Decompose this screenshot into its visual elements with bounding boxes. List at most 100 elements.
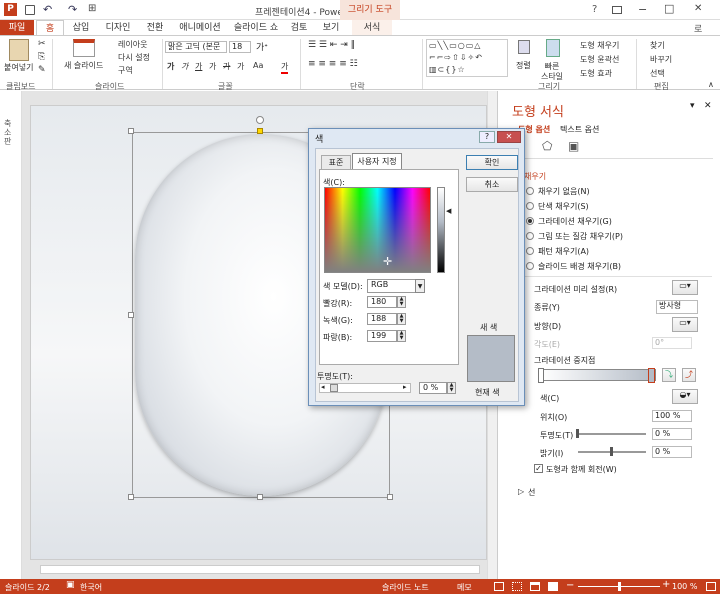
view-reading-icon[interactable] [530,582,540,591]
fill-solid-radio[interactable] [526,202,534,210]
adjust-handle-icon[interactable] [257,128,263,134]
pane-close-icon[interactable]: ✕ [704,101,712,111]
shape-outline-button[interactable]: 도형 윤곽선 [580,54,619,65]
select-button[interactable]: 선택 [650,68,665,79]
tab-insert[interactable]: 삽입 [66,20,96,36]
quick-access-icon[interactable]: ⊞ [88,3,96,14]
format-painter-icon[interactable]: ✎ [38,65,46,75]
tab-format[interactable]: 서식 [352,20,392,36]
font-grow-button[interactable]: 가ᐩ [256,40,268,53]
fill-none-radio[interactable] [526,187,534,195]
gradient-stops-bar[interactable] [540,369,656,381]
type-dropdown[interactable]: 방사형 [656,300,698,314]
paste-button[interactable]: 붙여넣기 [4,62,33,73]
help-button[interactable]: ? [592,4,597,15]
cut-icon[interactable]: ✂ [38,39,46,49]
gradient-preset-dropdown[interactable]: ▭▾ [672,280,698,295]
scroll-right-icon[interactable]: ▸ [403,383,407,391]
direction-dropdown[interactable]: ▭▾ [672,317,698,332]
shapes-gallery[interactable]: ▭╲╲▭○▭△ ⌐⌐⇨⇧⇩✧↶ ▥⊂{}☆ [426,39,508,77]
font-color-button[interactable]: 가 [281,61,289,74]
notes-button[interactable]: 슬라이드 노트 [382,582,429,593]
resize-handle-icon[interactable] [128,128,134,134]
line-section-header[interactable]: 선 [528,487,535,498]
transparency-slider-thumb[interactable] [576,429,579,438]
fill-pattern-radio[interactable] [526,247,534,255]
zoom-level[interactable]: 100 % [672,582,697,591]
new-slide-icon[interactable] [73,39,95,57]
quick-styles-button[interactable]: 빠른 스타일 [540,62,564,82]
font-name-combo[interactable]: 맑은 고딕 (본문 [165,41,227,53]
view-normal-icon[interactable] [494,582,504,591]
tab-custom[interactable]: 사용자 지정 [352,153,402,169]
rotate-with-shape-checkbox[interactable]: ✓ [534,464,543,473]
new-slide-button[interactable]: 새 슬라이드 [64,60,103,71]
tab-standard[interactable]: 표준 [321,155,351,169]
luminance-arrow-icon[interactable]: ◀ [446,207,451,215]
tab-slideshow[interactable]: 슬라이드 쇼 [230,20,282,36]
change-case-button[interactable]: Aa [253,61,263,70]
shape-effects-button[interactable]: 도형 효과 [580,68,612,79]
blue-spinner[interactable]: ▲ ▼ [397,330,406,342]
maximize-button[interactable]: □ [664,2,674,15]
stop-color-dropdown[interactable]: ◒▾ [672,389,698,404]
horizontal-scrollbar[interactable] [40,565,480,574]
bold-button[interactable]: 가 [167,61,174,72]
resize-handle-icon[interactable] [387,494,393,500]
color-spectrum[interactable] [324,187,431,273]
fit-slide-icon[interactable] [706,582,716,591]
find-button[interactable]: 찾기 [650,40,665,51]
dialog-close-button[interactable]: ✕ [497,131,521,143]
size-properties-icon[interactable]: ▣ [568,139,579,153]
green-spinner[interactable]: ▲ ▼ [397,313,406,325]
transparency-field[interactable]: 0 % [419,382,447,394]
resize-handle-icon[interactable] [128,494,134,500]
add-stop-icon[interactable]: ⤵ [662,368,676,382]
remove-stop-icon[interactable]: ⤴ [682,368,696,382]
section-button[interactable]: 구역 [118,65,133,76]
transparency-slider[interactable] [578,433,646,435]
replace-button[interactable]: 바꾸기 [650,54,672,65]
brightness-field[interactable]: 0 % [652,446,692,458]
close-button[interactable]: ✕ [694,3,702,14]
position-field[interactable]: 100 % [652,410,692,422]
blue-field[interactable]: 199 [367,330,397,342]
view-slideshow-icon[interactable] [548,582,558,591]
line-section-expand-icon[interactable]: ▷ [518,487,524,496]
spellcheck-icon[interactable]: ▣ [66,580,75,590]
fill-picture-radio[interactable] [526,232,534,240]
cancel-button[interactable]: 취소 [466,177,518,192]
undo-icon[interactable]: ↶ [43,3,52,16]
gradient-stop-handle[interactable] [648,368,655,383]
view-sorter-icon[interactable] [512,582,522,591]
fill-background-radio[interactable] [526,262,534,270]
save-icon[interactable] [25,5,35,15]
shape-fill-button[interactable]: 도형 채우기 [580,40,619,51]
tab-transitions[interactable]: 전환 [140,20,170,36]
luminance-bar[interactable] [437,187,445,273]
red-field[interactable]: 180 [367,296,397,308]
collapse-ribbon-icon[interactable]: ∧ [708,80,714,89]
paste-icon[interactable] [9,39,29,61]
ok-button[interactable]: 확인 [466,155,518,170]
strikethrough-button[interactable]: 가 [223,61,230,72]
font-size-combo[interactable]: 18 [229,41,251,53]
effects-icon[interactable]: ⬠ [542,139,552,153]
tab-view[interactable]: 보기 [316,20,346,36]
resize-handle-icon[interactable] [128,312,134,318]
resize-handle-icon[interactable] [257,494,263,500]
comments-button[interactable]: 메모 [457,582,472,593]
tab-text-options[interactable]: 텍스트 옵션 [560,124,599,135]
stop-transparency-field[interactable]: 0 % [652,428,692,440]
brightness-slider-thumb[interactable] [610,447,613,456]
tab-design[interactable]: 디자인 [98,20,138,36]
copy-icon[interactable]: ⎘ [38,52,45,62]
dialog-help-button[interactable]: ? [479,131,495,143]
layout-button[interactable]: 레이아웃 [118,39,147,50]
tab-file[interactable]: 파일 [0,20,34,36]
transparency-thumb[interactable] [330,384,338,392]
tab-animations[interactable]: 애니메이션 [172,20,228,36]
green-field[interactable]: 188 [367,313,397,325]
bullets-icon[interactable]: ☰ ☰ ⇤ ⇥ ‖ [308,40,355,50]
shadow-button[interactable]: 가 [209,61,216,72]
